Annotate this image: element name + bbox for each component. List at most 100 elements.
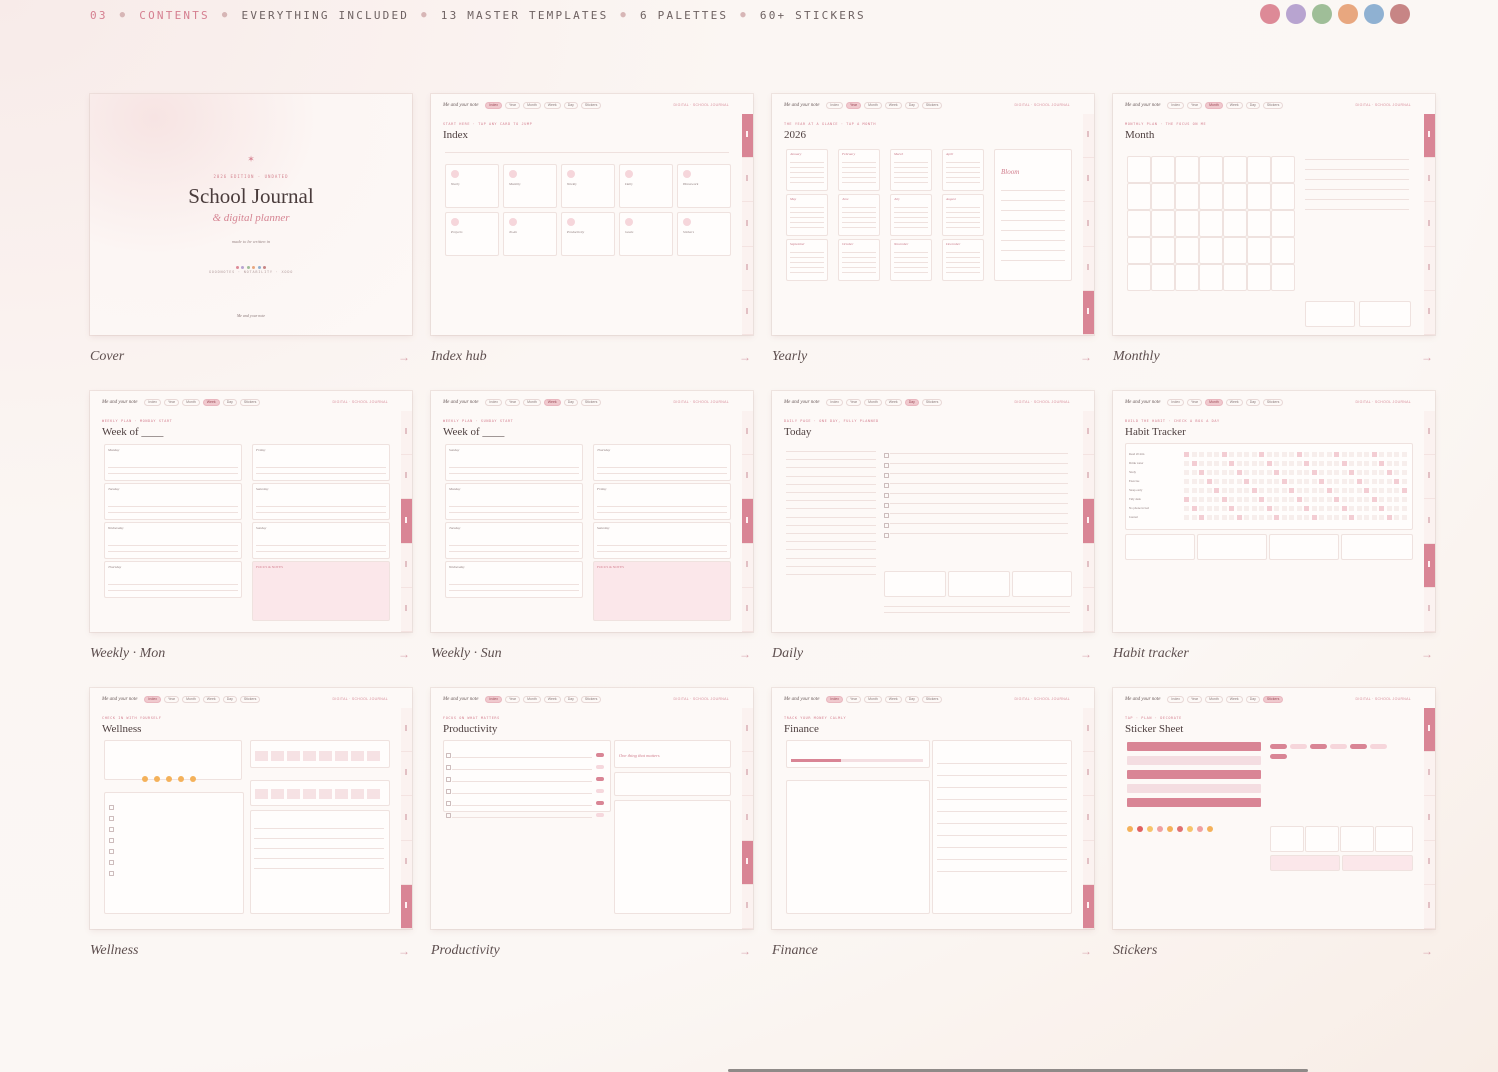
habit-day-cell[interactable] bbox=[1274, 506, 1279, 511]
side-tab[interactable] bbox=[401, 708, 412, 753]
side-tab[interactable] bbox=[1424, 587, 1435, 632]
habit-day-cell[interactable] bbox=[1356, 515, 1362, 520]
habit-day-cell[interactable] bbox=[1191, 488, 1197, 493]
todo-checkbox[interactable] bbox=[884, 463, 889, 468]
index-card-label[interactable]: To-do bbox=[509, 230, 517, 234]
tracker-cell[interactable] bbox=[351, 751, 364, 761]
month-name[interactable]: September bbox=[790, 242, 805, 246]
mini-nav-tab[interactable]: Month bbox=[864, 695, 882, 703]
habit-day-cell[interactable] bbox=[1251, 488, 1257, 493]
emoji-sticker-icon[interactable] bbox=[1187, 826, 1193, 832]
habit-day-cell[interactable] bbox=[1184, 497, 1189, 502]
habit-day-cell[interactable] bbox=[1349, 488, 1354, 493]
mini-nav-tab[interactable]: Week bbox=[543, 695, 561, 703]
habit-day-cell[interactable] bbox=[1281, 452, 1287, 457]
mini-nav-tab[interactable]: Month bbox=[523, 101, 541, 109]
habit-day-cell[interactable] bbox=[1326, 470, 1332, 475]
mini-nav-tab[interactable]: Day bbox=[1245, 695, 1260, 703]
habit-day-cell[interactable] bbox=[1221, 479, 1227, 484]
habit-day-cell[interactable] bbox=[1259, 488, 1264, 493]
habit-day-cell[interactable] bbox=[1334, 470, 1339, 475]
side-tab[interactable] bbox=[1424, 114, 1435, 159]
habit-day-cell[interactable] bbox=[1379, 470, 1384, 475]
arrow-right-icon[interactable]: → bbox=[739, 944, 751, 958]
todo-checkbox[interactable] bbox=[884, 493, 889, 498]
template-card[interactable]: Me and your note Index Year Month Week Day Sti… bbox=[772, 688, 1094, 985]
habit-day-cell[interactable] bbox=[1206, 461, 1212, 466]
mini-nav-tab[interactable]: Month bbox=[864, 101, 882, 109]
habit-day-cell[interactable] bbox=[1349, 515, 1354, 520]
index-card-label[interactable]: Monthly bbox=[509, 182, 521, 186]
habit-day-cell[interactable] bbox=[1281, 515, 1287, 520]
habit-day-cell[interactable] bbox=[1244, 515, 1249, 520]
habit-day-cell[interactable] bbox=[1184, 506, 1189, 511]
habit-day-cell[interactable] bbox=[1289, 461, 1294, 466]
habit-day-cell[interactable] bbox=[1379, 497, 1384, 502]
habit-day-cell[interactable] bbox=[1379, 488, 1384, 493]
mood-emoji-icon[interactable] bbox=[166, 776, 172, 782]
template-card[interactable]: Me and your note Index Year Month Week Day Sti… bbox=[90, 391, 412, 688]
habit-day-cell[interactable] bbox=[1326, 515, 1332, 520]
habit-day-cell[interactable] bbox=[1349, 452, 1354, 457]
side-tab[interactable] bbox=[1424, 246, 1435, 291]
habit-day-cell[interactable] bbox=[1371, 470, 1377, 475]
habit-day-cell[interactable] bbox=[1281, 461, 1287, 466]
habit-day-cell[interactable] bbox=[1191, 452, 1197, 457]
self-care-checkbox[interactable] bbox=[109, 816, 114, 821]
template-card[interactable]: Me and your note Index Year Month Week Day Sti… bbox=[1113, 688, 1435, 985]
habit-day-cell[interactable] bbox=[1236, 461, 1242, 466]
arrow-right-icon[interactable]: → bbox=[398, 647, 410, 661]
habit-day-cell[interactable] bbox=[1281, 479, 1287, 484]
habit-day-cell[interactable] bbox=[1244, 479, 1249, 484]
habit-day-cell[interactable] bbox=[1356, 497, 1362, 502]
side-tab[interactable] bbox=[742, 708, 753, 753]
habit-day-cell[interactable] bbox=[1289, 506, 1294, 511]
month-name[interactable]: July bbox=[894, 197, 900, 201]
side-tab[interactable] bbox=[401, 543, 412, 588]
side-tab[interactable] bbox=[1424, 202, 1435, 247]
habit-day-cell[interactable] bbox=[1319, 470, 1324, 475]
emoji-sticker-icon[interactable] bbox=[1197, 826, 1203, 832]
habit-day-cell[interactable] bbox=[1266, 479, 1272, 484]
habit-day-cell[interactable] bbox=[1289, 452, 1294, 457]
habit-day-cell[interactable] bbox=[1206, 488, 1212, 493]
mini-nav-tab[interactable]: Year bbox=[1186, 398, 1203, 406]
mini-nav-tab[interactable]: Index bbox=[485, 398, 502, 406]
side-tab[interactable] bbox=[742, 587, 753, 632]
habit-day-cell[interactable] bbox=[1251, 479, 1257, 484]
arrow-right-icon[interactable]: → bbox=[398, 350, 410, 364]
habit-day-cell[interactable] bbox=[1214, 488, 1219, 493]
palette-swatch[interactable] bbox=[1338, 4, 1358, 24]
habit-day-cell[interactable] bbox=[1371, 506, 1377, 511]
template-card[interactable]: ✶ 2026 EDITION · UNDATED School Journal & d… bbox=[90, 94, 412, 391]
habit-day-cell[interactable] bbox=[1236, 479, 1242, 484]
tracker-cell[interactable] bbox=[367, 789, 380, 799]
index-card-label[interactable]: Projects bbox=[451, 230, 463, 234]
habit-day-cell[interactable] bbox=[1311, 497, 1317, 502]
habit-day-cell[interactable] bbox=[1214, 470, 1219, 475]
habit-day-cell[interactable] bbox=[1401, 479, 1407, 484]
mini-nav-tab[interactable]: Week bbox=[1225, 101, 1243, 109]
habit-day-cell[interactable] bbox=[1334, 506, 1339, 511]
tracker-cell[interactable] bbox=[271, 751, 284, 761]
habit-day-cell[interactable] bbox=[1326, 452, 1332, 457]
habit-day-cell[interactable] bbox=[1326, 506, 1332, 511]
mini-nav-tab[interactable]: Day bbox=[904, 398, 919, 406]
side-tab[interactable] bbox=[1424, 796, 1435, 841]
habit-day-cell[interactable] bbox=[1394, 506, 1399, 511]
mini-nav-tab[interactable]: Day bbox=[563, 695, 578, 703]
mini-nav-tab[interactable]: Month bbox=[864, 398, 882, 406]
template-card[interactable]: Me and your note Index Year Month Week Day Sti… bbox=[772, 391, 1094, 688]
tracker-cell[interactable] bbox=[255, 789, 268, 799]
habit-day-cell[interactable] bbox=[1199, 470, 1204, 475]
habit-day-cell[interactable] bbox=[1251, 506, 1257, 511]
habit-day-cell[interactable] bbox=[1206, 452, 1212, 457]
todo-checkbox[interactable] bbox=[884, 503, 889, 508]
habit-day-cell[interactable] bbox=[1289, 497, 1294, 502]
index-card-label[interactable]: Productivity bbox=[567, 230, 584, 234]
mini-nav-tab[interactable]: Year bbox=[845, 101, 862, 109]
arrow-right-icon[interactable]: → bbox=[1080, 647, 1092, 661]
mood-emoji-icon[interactable] bbox=[178, 776, 184, 782]
habit-day-cell[interactable] bbox=[1371, 497, 1377, 502]
mini-nav-tab[interactable]: Day bbox=[563, 398, 578, 406]
